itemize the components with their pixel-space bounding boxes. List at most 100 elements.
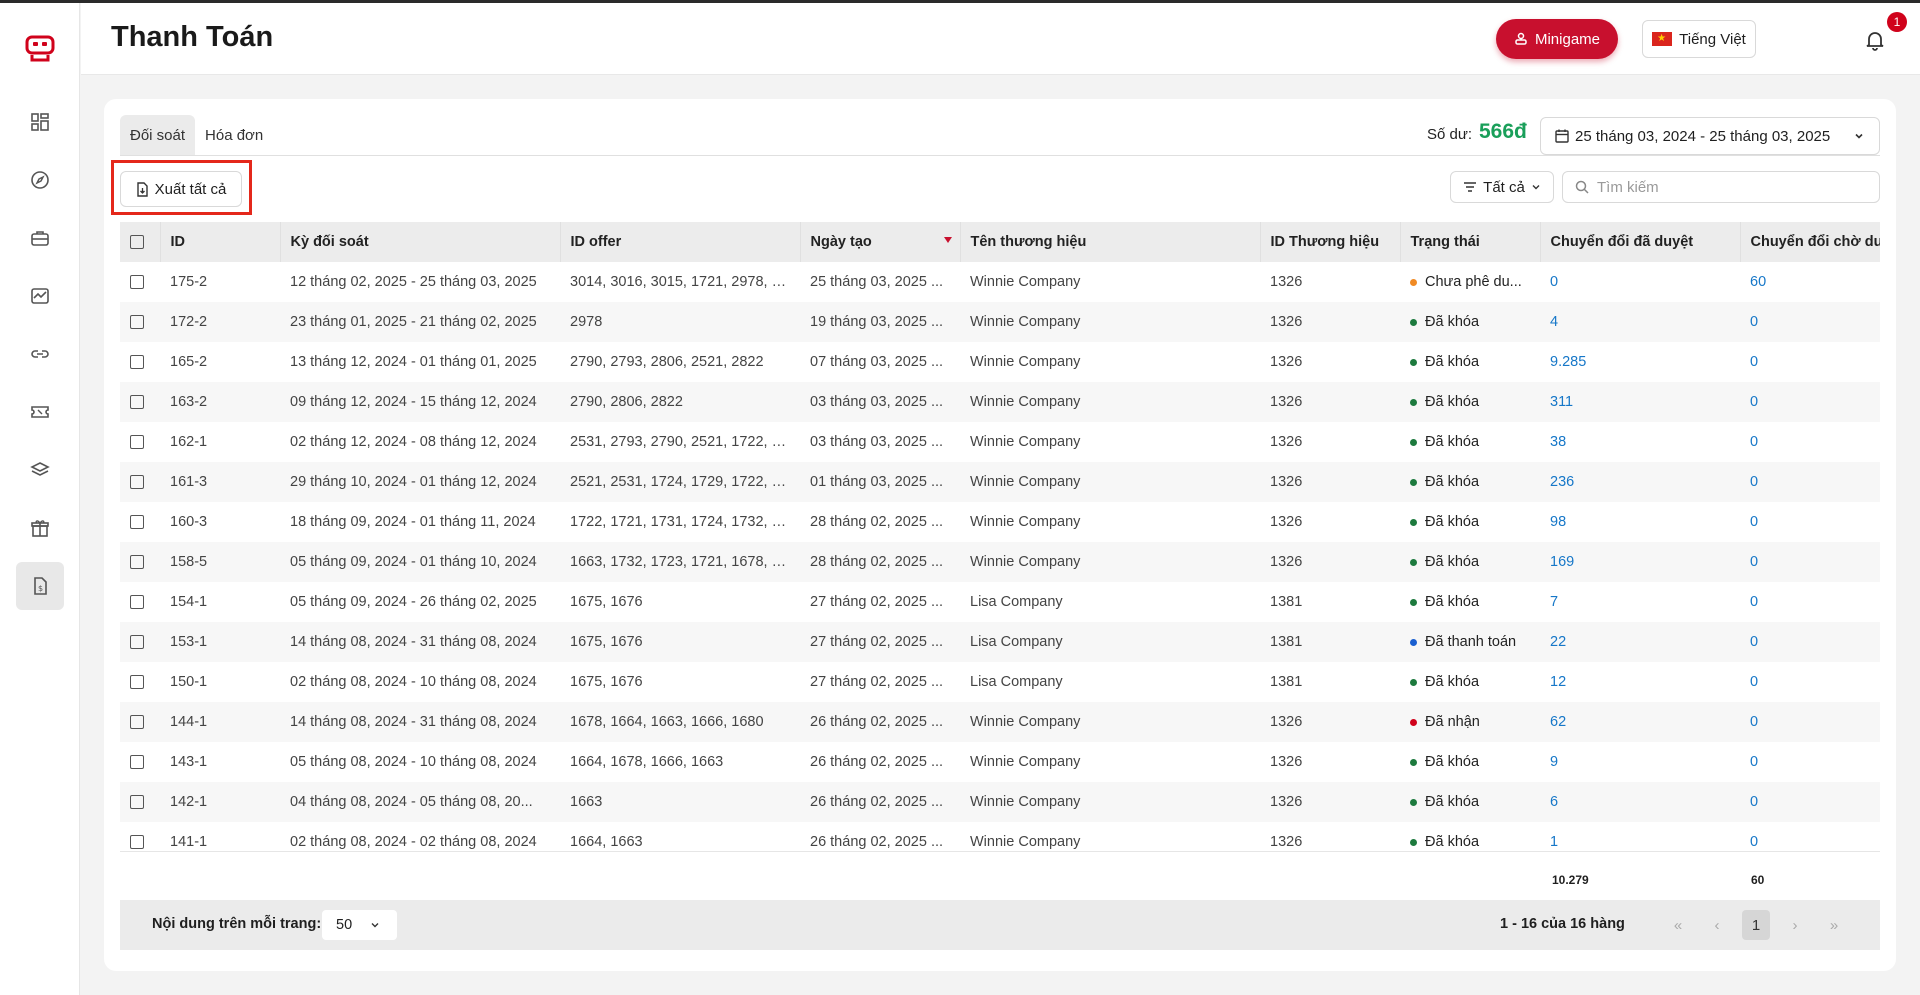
column-header-brand[interactable]: Tên thương hiệu — [960, 222, 1261, 262]
pending-link[interactable]: 0 — [1750, 434, 1758, 450]
row-checkbox[interactable] — [130, 515, 144, 530]
pending-link[interactable]: 0 — [1750, 514, 1758, 530]
pending-link[interactable]: 60 — [1750, 274, 1766, 290]
language-selector[interactable]: Tiếng Việt — [1642, 20, 1756, 58]
column-header-approved[interactable]: Chuyển đổi đã duyệt — [1540, 222, 1741, 262]
approved-link[interactable]: 22 — [1550, 634, 1566, 650]
approved-link[interactable]: 9 — [1550, 754, 1558, 770]
approved-link[interactable]: 7 — [1550, 594, 1558, 610]
payments-table-container[interactable]: ID Kỳ đối soát ID offer Ngày tạo Tên thư… — [120, 222, 1880, 862]
row-checkbox[interactable] — [130, 595, 144, 610]
next-page-button[interactable]: › — [1781, 910, 1809, 940]
select-all-checkbox[interactable] — [130, 235, 144, 250]
row-checkbox-cell — [120, 382, 160, 422]
table-row[interactable]: 160-3 18 tháng 09, 2024 - 01 tháng 11, 20… — [120, 502, 1880, 542]
status-filter[interactable]: Tất cả — [1450, 171, 1554, 203]
pending-link[interactable]: 0 — [1750, 394, 1758, 410]
pending-link[interactable]: 0 — [1750, 554, 1758, 570]
table-row[interactable]: 161-3 29 tháng 10, 2024 - 01 tháng 12, 20… — [120, 462, 1880, 502]
tab-reconciliation[interactable]: Đối soát — [120, 115, 196, 155]
search-input[interactable] — [1597, 178, 1857, 196]
column-header-pending[interactable]: Chuyển đổi chờ duyệt — [1740, 222, 1880, 262]
row-checkbox[interactable] — [130, 435, 144, 450]
column-header-status[interactable]: Trạng thái — [1400, 222, 1541, 262]
per-page-select[interactable]: 50 — [322, 910, 397, 940]
table-row[interactable]: 142-1 04 tháng 08, 2024 - 05 tháng 08, 20… — [120, 782, 1880, 822]
approved-link[interactable]: 0 — [1550, 274, 1558, 290]
table-row[interactable]: 153-1 14 tháng 08, 2024 - 31 tháng 08, 20… — [120, 622, 1880, 662]
table-row[interactable]: 163-2 09 tháng 12, 2024 - 15 tháng 12, 20… — [120, 382, 1880, 422]
approved-link[interactable]: 6 — [1550, 794, 1558, 810]
approved-link[interactable]: 236 — [1550, 474, 1574, 490]
pending-link[interactable]: 0 — [1750, 354, 1758, 370]
layers-icon[interactable] — [16, 446, 64, 494]
prev-page-button[interactable]: ‹ — [1703, 910, 1731, 940]
table-row[interactable]: 158-5 05 tháng 09, 2024 - 01 tháng 10, 20… — [120, 542, 1880, 582]
table-row[interactable]: 150-1 02 tháng 08, 2024 - 10 tháng 08, 20… — [120, 662, 1880, 702]
pending-link[interactable]: 0 — [1750, 714, 1758, 730]
table-row[interactable]: 143-1 05 tháng 08, 2024 - 10 tháng 08, 20… — [120, 742, 1880, 782]
sort-desc-icon[interactable] — [943, 237, 952, 243]
row-checkbox[interactable] — [130, 555, 144, 570]
approved-link[interactable]: 98 — [1550, 514, 1566, 530]
row-checkbox[interactable] — [130, 355, 144, 370]
approved-link[interactable]: 4 — [1550, 314, 1558, 330]
pending-link[interactable]: 0 — [1750, 754, 1758, 770]
approved-link[interactable]: 38 — [1550, 434, 1566, 450]
column-header-offer-id[interactable]: ID offer — [560, 222, 801, 262]
table-row[interactable]: 165-2 13 tháng 12, 2024 - 01 tháng 01, 20… — [120, 342, 1880, 382]
pending-link[interactable]: 0 — [1750, 794, 1758, 810]
column-header-id[interactable]: ID — [160, 222, 281, 262]
tab-invoices[interactable]: Hóa đơn — [195, 115, 273, 155]
app-logo[interactable] — [24, 33, 56, 63]
row-checkbox[interactable] — [130, 755, 144, 770]
search-box[interactable] — [1562, 171, 1880, 203]
chart-icon[interactable] — [16, 272, 64, 320]
table-row[interactable]: 141-1 02 tháng 08, 2024 - 02 tháng 08, 20… — [120, 822, 1880, 862]
ticket-icon[interactable] — [16, 388, 64, 436]
cell-brand-id: 1326 — [1260, 702, 1400, 742]
approved-link[interactable]: 169 — [1550, 554, 1574, 570]
table-row[interactable]: 162-1 02 tháng 12, 2024 - 08 tháng 12, 20… — [120, 422, 1880, 462]
page-number-button[interactable]: 1 — [1742, 910, 1770, 940]
minigame-button[interactable]: Minigame — [1496, 19, 1618, 59]
table-row[interactable]: 144-1 14 tháng 08, 2024 - 31 tháng 08, 20… — [120, 702, 1880, 742]
compass-icon[interactable] — [16, 156, 64, 204]
first-page-button[interactable]: « — [1664, 910, 1692, 940]
approved-link[interactable]: 62 — [1550, 714, 1566, 730]
pending-link[interactable]: 0 — [1750, 634, 1758, 650]
approved-link[interactable]: 1 — [1550, 834, 1558, 850]
column-header-brand-id[interactable]: ID Thương hiệu — [1260, 222, 1401, 262]
column-header-period[interactable]: Kỳ đối soát — [280, 222, 561, 262]
row-checkbox[interactable] — [130, 795, 144, 810]
row-checkbox[interactable] — [130, 715, 144, 730]
notification-badge: 1 — [1887, 12, 1907, 32]
column-header-created[interactable]: Ngày tạo — [800, 222, 961, 262]
row-checkbox[interactable] — [130, 635, 144, 650]
pending-link[interactable]: 0 — [1750, 594, 1758, 610]
row-checkbox[interactable] — [130, 675, 144, 690]
table-row[interactable]: 172-2 23 tháng 01, 2025 - 21 tháng 02, 20… — [120, 302, 1880, 342]
table-row[interactable]: 175-2 12 tháng 02, 2025 - 25 tháng 03, 20… — [120, 262, 1880, 302]
row-checkbox[interactable] — [130, 475, 144, 490]
approved-link[interactable]: 12 — [1550, 674, 1566, 690]
gift-icon[interactable] — [16, 504, 64, 552]
dashboard-icon[interactable] — [16, 98, 64, 146]
approved-link[interactable]: 311 — [1550, 394, 1573, 410]
table-row[interactable]: 154-1 05 tháng 09, 2024 - 26 tháng 02, 20… — [120, 582, 1880, 622]
payment-document-icon[interactable]: $ — [16, 562, 64, 610]
row-checkbox[interactable] — [130, 275, 144, 290]
pending-link[interactable]: 0 — [1750, 834, 1758, 850]
date-range-picker[interactable]: 25 tháng 03, 2024 - 25 tháng 03, 2025 — [1540, 117, 1880, 155]
bell-icon[interactable] — [1864, 29, 1886, 51]
pending-link[interactable]: 0 — [1750, 314, 1758, 330]
link-icon[interactable] — [16, 330, 64, 378]
row-checkbox[interactable] — [130, 395, 144, 410]
last-page-button[interactable]: » — [1820, 910, 1848, 940]
row-checkbox[interactable] — [130, 835, 144, 850]
pending-link[interactable]: 0 — [1750, 474, 1758, 490]
row-checkbox[interactable] — [130, 315, 144, 330]
pending-link[interactable]: 0 — [1750, 674, 1758, 690]
approved-link[interactable]: 9.285 — [1550, 354, 1586, 370]
briefcase-icon[interactable] — [16, 214, 64, 262]
